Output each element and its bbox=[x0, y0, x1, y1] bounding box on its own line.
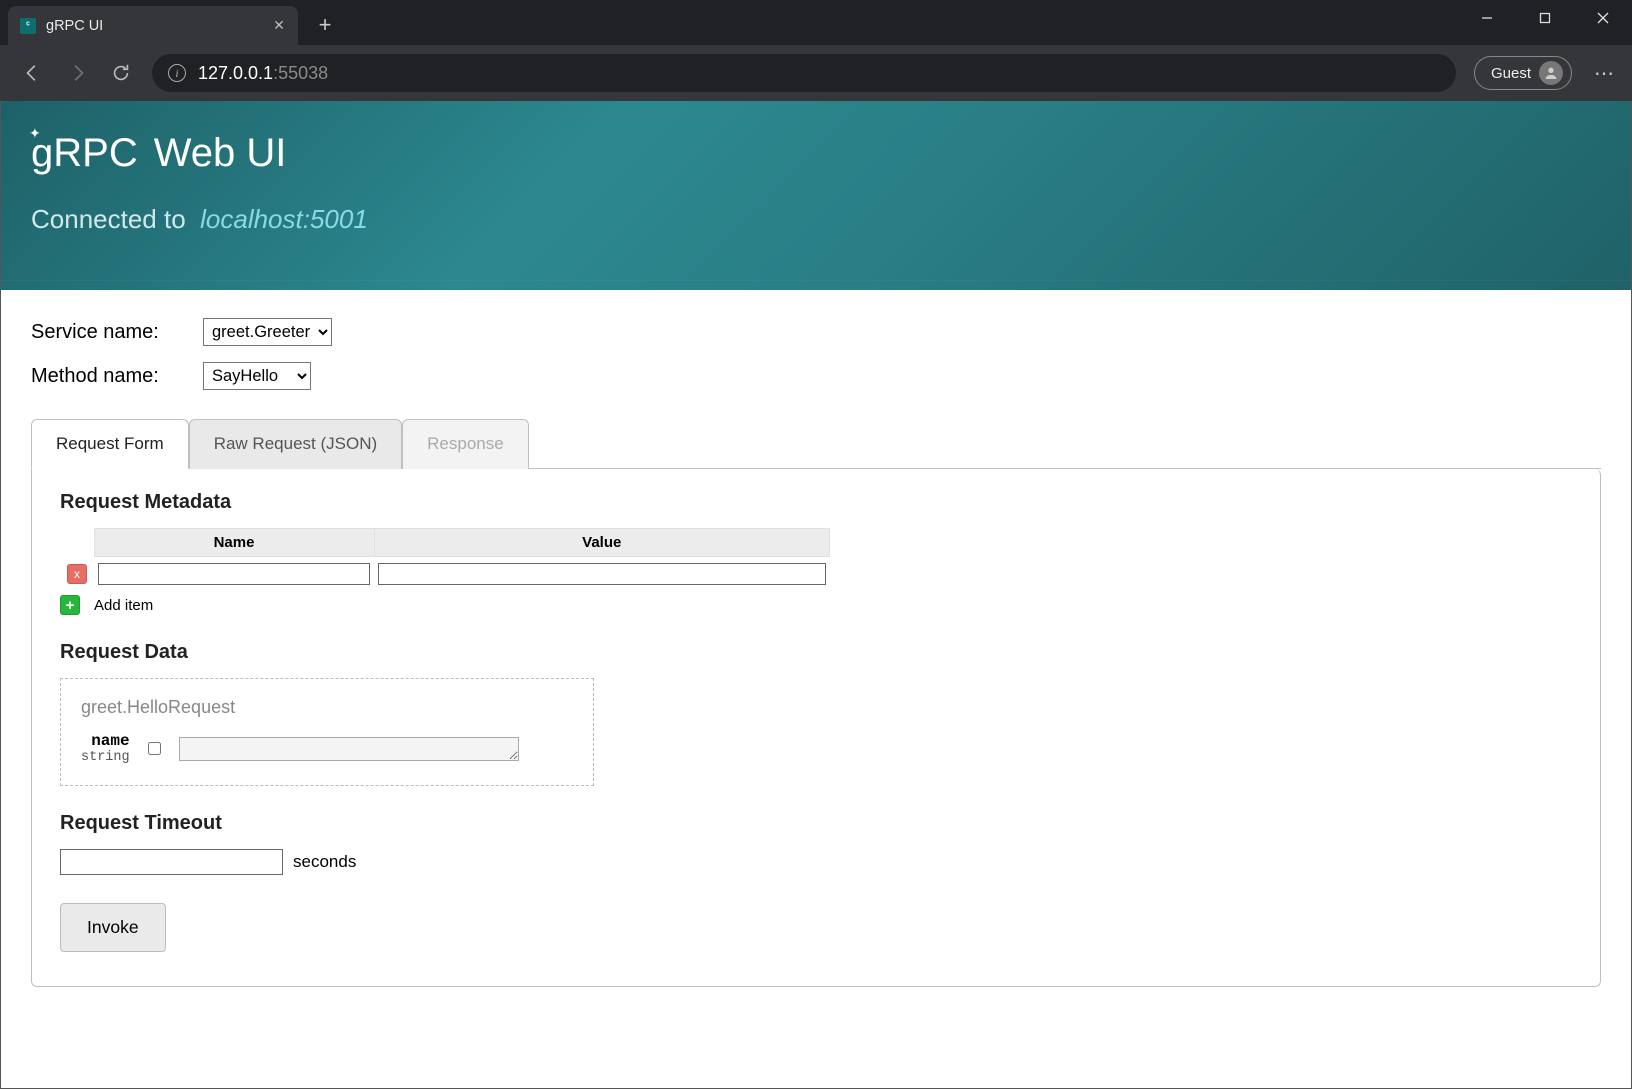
request-data-box: greet.HelloRequest name string bbox=[60, 678, 594, 786]
data-heading: Request Data bbox=[60, 641, 1572, 664]
field-name: name bbox=[81, 732, 130, 750]
profile-button[interactable]: Guest bbox=[1474, 56, 1572, 90]
connection-target: localhost:5001 bbox=[200, 204, 368, 234]
request-type-name: greet.HelloRequest bbox=[81, 697, 573, 718]
field-enable-checkbox[interactable] bbox=[148, 742, 161, 755]
tab-raw-request[interactable]: Raw Request (JSON) bbox=[189, 419, 402, 469]
field-row: name string bbox=[81, 732, 573, 765]
metadata-name-header: Name bbox=[94, 529, 374, 557]
back-button[interactable] bbox=[20, 60, 46, 86]
metadata-name-input[interactable] bbox=[98, 563, 370, 585]
browser-toolbar: i 127.0.0.1:55038 Guest ⋯ bbox=[0, 45, 1632, 101]
address-port: :55038 bbox=[273, 63, 328, 83]
field-label: name string bbox=[81, 732, 130, 765]
metadata-row: x bbox=[60, 557, 830, 588]
field-value-input[interactable] bbox=[179, 737, 519, 761]
close-tab-icon[interactable]: ✕ bbox=[272, 19, 286, 33]
browser-menu-button[interactable]: ⋯ bbox=[1590, 61, 1620, 86]
grpc-logo: gRPC bbox=[31, 131, 138, 176]
tabs: Request Form Raw Request (JSON) Response bbox=[31, 418, 1601, 469]
method-label: Method name: bbox=[31, 365, 181, 388]
timeout-input[interactable] bbox=[60, 849, 283, 875]
content: Service name: greet.Greeter Method name:… bbox=[1, 290, 1631, 1015]
metadata-remove-col bbox=[60, 529, 94, 557]
window-maximize-button[interactable] bbox=[1516, 0, 1574, 36]
timeout-unit: seconds bbox=[293, 852, 356, 872]
address-bar[interactable]: i 127.0.0.1:55038 bbox=[152, 54, 1456, 92]
reload-button[interactable] bbox=[108, 60, 134, 86]
page: gRPC Web UI Connected to localhost:5001 … bbox=[0, 101, 1632, 1089]
app-subtitle: Web UI bbox=[154, 131, 287, 176]
timeout-row: seconds bbox=[60, 849, 1572, 875]
service-row: Service name: greet.Greeter bbox=[31, 318, 1601, 346]
tab-panel-request-form: Request Metadata Name Value x bbox=[31, 469, 1601, 987]
tab-response[interactable]: Response bbox=[402, 419, 529, 469]
browser-titlebar: ᶜ gRPC UI ✕ + bbox=[0, 0, 1632, 45]
avatar-icon bbox=[1539, 61, 1563, 85]
metadata-heading: Request Metadata bbox=[60, 491, 1572, 514]
metadata-remove-button[interactable]: x bbox=[67, 564, 87, 584]
metadata-value-input[interactable] bbox=[378, 563, 826, 585]
timeout-heading: Request Timeout bbox=[60, 812, 1572, 835]
address-text: 127.0.0.1:55038 bbox=[198, 63, 328, 84]
window-controls bbox=[1458, 0, 1632, 36]
new-tab-button[interactable]: + bbox=[312, 12, 338, 38]
tab-title: gRPC UI bbox=[46, 18, 272, 34]
browser-tab[interactable]: ᶜ gRPC UI ✕ bbox=[8, 6, 298, 45]
metadata-add-label: Add item bbox=[94, 597, 153, 614]
address-host: 127.0.0.1 bbox=[198, 63, 273, 83]
metadata-add-row: + Add item bbox=[60, 595, 1572, 615]
window-close-button[interactable] bbox=[1574, 0, 1632, 36]
method-select[interactable]: SayHello bbox=[203, 362, 311, 390]
metadata-add-button[interactable]: + bbox=[60, 595, 80, 615]
connection-status: Connected to localhost:5001 bbox=[31, 204, 1601, 235]
tab-request-form[interactable]: Request Form bbox=[31, 419, 189, 469]
service-select[interactable]: greet.Greeter bbox=[203, 318, 332, 346]
banner: gRPC Web UI Connected to localhost:5001 bbox=[1, 101, 1631, 290]
metadata-value-header: Value bbox=[374, 529, 830, 557]
service-label: Service name: bbox=[31, 321, 181, 344]
method-row: Method name: SayHello bbox=[31, 362, 1601, 390]
connected-label: Connected to bbox=[31, 204, 186, 234]
forward-button[interactable] bbox=[64, 60, 90, 86]
site-info-icon[interactable]: i bbox=[168, 64, 186, 82]
window-minimize-button[interactable] bbox=[1458, 0, 1516, 36]
field-type: string bbox=[81, 750, 130, 765]
invoke-button[interactable]: Invoke bbox=[60, 903, 166, 952]
profile-label: Guest bbox=[1491, 65, 1531, 82]
metadata-table: Name Value x bbox=[60, 528, 830, 587]
logo-row: gRPC Web UI bbox=[31, 131, 1601, 176]
favicon-icon: ᶜ bbox=[20, 18, 36, 34]
